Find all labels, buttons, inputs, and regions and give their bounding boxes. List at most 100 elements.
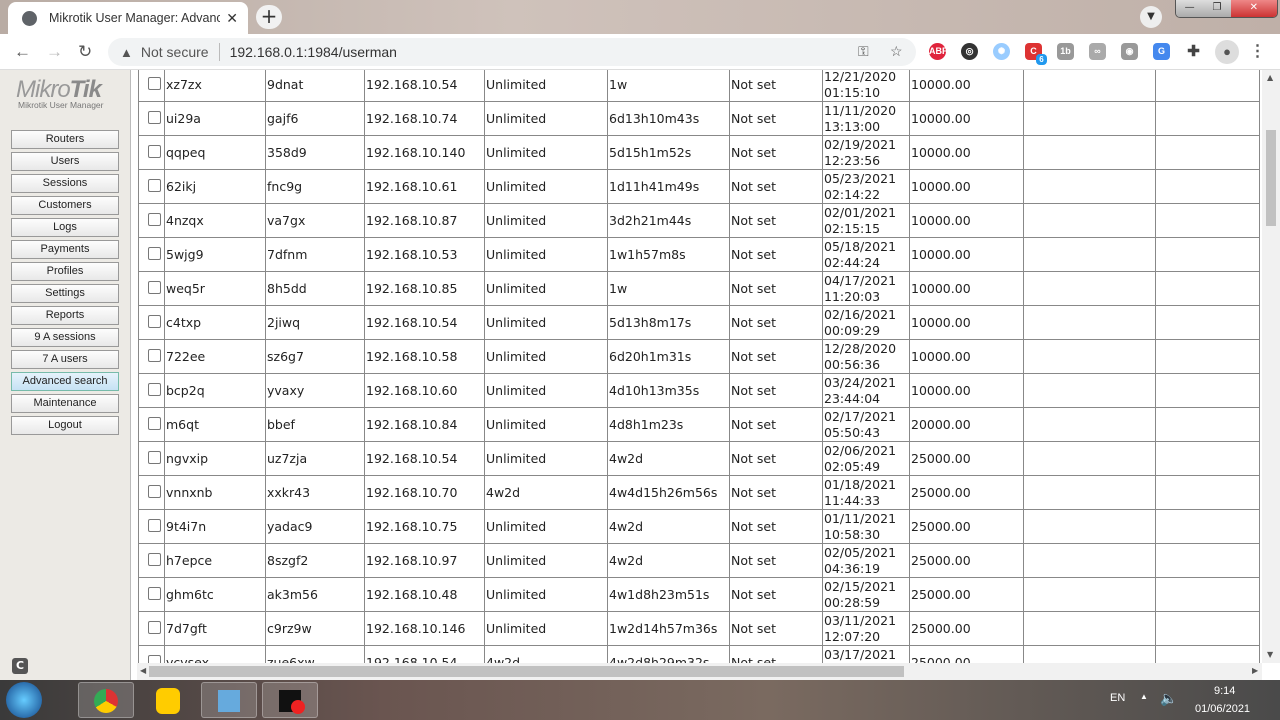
clock-date[interactable]: 01/06/2021 [1195,703,1250,715]
row-checkbox[interactable] [148,144,161,158]
expires-cell: Not set [729,509,823,544]
first-login-date: 02/01/2021 [824,205,897,220]
row-checkbox[interactable] [148,552,161,566]
select-cell [138,271,165,306]
sidebar-item-routers[interactable]: Routers [11,130,119,149]
scroll-up-icon[interactable]: ▲ [1267,73,1273,82]
sidebar-item-sessions[interactable]: Sessions [11,174,119,193]
recorder-taskbar-icon[interactable] [262,682,318,718]
row-checkbox[interactable] [148,518,161,532]
first-login-cell: 03/17/202103:40:30 [822,645,910,663]
horizontal-scrollbar[interactable]: ◀ ▶ [137,663,1262,680]
volume-icon[interactable]: 🔈 [1160,690,1177,707]
select-cell [138,339,165,374]
row-checkbox[interactable] [148,348,161,362]
empty-cell [1155,611,1260,646]
sidebar-item-users[interactable]: Users [11,152,119,171]
language-indicator[interactable]: EN [1110,692,1125,704]
back-icon[interactable]: ← [14,42,31,62]
star-icon[interactable]: ☆ [890,43,903,60]
address-bar[interactable]: ▲ Not secure 192.168.0.1:1984/userman ⚿ … [108,38,916,66]
url-text[interactable]: 192.168.0.1:1984/userman [230,44,397,60]
expires-cell: Not set [729,169,823,204]
start-button[interactable] [6,682,42,718]
extension-1b-icon[interactable]: 1b [1057,43,1074,60]
scroll-thumb[interactable] [1266,130,1276,226]
username-cell: qqpeq [164,135,266,170]
sidebar-item-9-a-sessions[interactable]: 9 A sessions [11,328,119,347]
tab-search-icon[interactable]: ▼ [1140,6,1162,28]
security-label[interactable]: Not secure [141,44,209,60]
row-checkbox[interactable] [148,382,161,396]
row-checkbox[interactable] [148,654,161,663]
sidebar-item-settings[interactable]: Settings [11,284,119,303]
username-cell: 722ee [164,339,266,374]
control-panel-taskbar-icon[interactable] [201,682,257,718]
row-checkbox[interactable] [148,76,161,90]
scroll-down-icon[interactable]: ▼ [1267,650,1273,659]
clock-time[interactable]: 9:14 [1214,685,1235,697]
close-window-button[interactable]: ✕ [1230,0,1277,17]
puzzle-icon[interactable]: ✚ [1185,43,1202,60]
app-taskbar-icon[interactable] [140,682,196,718]
sidebar-item-maintenance[interactable]: Maintenance [11,394,119,413]
scroll-right-icon[interactable]: ▶ [1252,666,1258,675]
refresh-icon[interactable]: C [12,658,28,674]
first-login-time: 23:44:04 [824,391,881,406]
table-row: 722ee sz6g7 192.168.10.58 Unlimited 6d20h1m3… [138,339,1260,374]
table-row: 5wjg9 7dfnm 192.168.10.53 Unlimited 1w1h57m8… [138,237,1260,272]
extension-sun-icon[interactable]: ✺ [993,43,1010,60]
sidebar-item-reports[interactable]: Reports [11,306,119,325]
new-tab-button[interactable]: + [256,5,282,29]
empty-cell [1155,305,1260,340]
forward-icon[interactable]: → [46,42,63,62]
key-icon[interactable]: ⚿ [858,43,869,60]
reload-icon[interactable]: ↻ [78,42,92,62]
close-tab-icon[interactable]: ✕ [226,10,238,27]
sidebar-item-payments[interactable]: Payments [11,240,119,259]
row-checkbox[interactable] [148,280,161,294]
sidebar-item-customers[interactable]: Customers [11,196,119,215]
translate-icon[interactable]: G [1153,43,1170,60]
adblock-icon[interactable]: ABP [929,43,948,60]
row-checkbox[interactable] [148,586,161,600]
row-checkbox[interactable] [148,484,161,498]
username-cell: weq5r [164,271,266,306]
empty-cell [1023,373,1156,408]
chrome-taskbar-icon[interactable] [78,682,134,718]
sidebar-item-profiles[interactable]: Profiles [11,262,119,281]
first-login-cell: 11/11/2020 13:13:00 [822,101,910,136]
price-cell: 25000.00 [909,441,1024,476]
profile-avatar-icon[interactable]: ● [1215,40,1239,64]
row-checkbox[interactable] [148,178,161,192]
row-checkbox[interactable] [148,246,161,260]
scroll-left-icon[interactable]: ◀ [140,666,146,675]
empty-cell [1023,441,1156,476]
ip-address-cell: 192.168.10.146 [364,611,485,646]
row-checkbox[interactable] [148,416,161,430]
row-checkbox[interactable] [148,620,161,634]
camera-icon[interactable]: ◉ [1121,43,1138,60]
password-cell: zue6xw [265,645,365,663]
tray-expand-icon[interactable]: ▲ [1140,692,1148,701]
extension-link-icon[interactable]: ◎ [961,43,978,60]
vertical-scrollbar[interactable]: ▲ ▼ [1262,70,1280,663]
sidebar-item-7-a-users[interactable]: 7 A users [11,350,119,369]
empty-cell [1155,237,1260,272]
row-checkbox[interactable] [148,212,161,226]
password-cell: 8h5dd [265,271,365,306]
sidebar-item-logs[interactable]: Logs [11,218,119,237]
sidebar-item-logout[interactable]: Logout [11,416,119,435]
ip-address-cell: 192.168.10.60 [364,373,485,408]
sidebar-item-advanced-search[interactable]: Advanced search [11,372,119,391]
taskbar: EN ▲ 🔈 9:14 01/06/2021 [0,680,1280,720]
extension-infinity-icon[interactable]: ∞ [1089,43,1106,60]
row-checkbox[interactable] [148,110,161,124]
row-checkbox[interactable] [148,314,161,328]
row-checkbox[interactable] [148,450,161,464]
minimize-button[interactable]: — [1176,0,1204,17]
browser-tab[interactable]: Mikrotik User Manager: Advanced search ✕ [8,2,248,34]
restore-button[interactable]: ❐ [1203,0,1231,17]
menu-icon[interactable]: ⋮ [1249,43,1266,60]
hscroll-thumb[interactable] [149,666,904,677]
